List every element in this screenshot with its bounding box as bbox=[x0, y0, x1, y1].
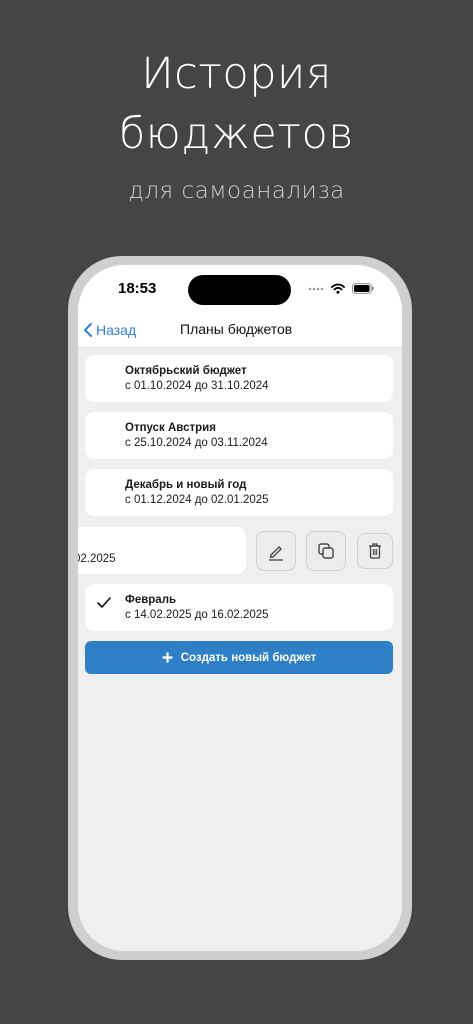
nav-bar: Назад Планы бюджетов bbox=[78, 315, 402, 348]
trash-icon bbox=[369, 543, 381, 559]
copy-budget-button[interactable] bbox=[306, 531, 346, 571]
wifi-icon bbox=[331, 283, 345, 294]
copy-icon bbox=[318, 543, 334, 559]
checkmark-icon bbox=[97, 597, 111, 608]
create-budget-button[interactable]: Создать новый бюджет bbox=[85, 641, 393, 674]
phone-screen: 18:53 Назад Планы бюджетов Октябрьский б… bbox=[78, 265, 402, 951]
promo-title: История бюджетов bbox=[0, 44, 473, 164]
budget-dates: 02.2025 bbox=[78, 553, 116, 565]
budget-name: Октябрьский бюджет bbox=[125, 365, 247, 377]
battery-icon bbox=[352, 283, 374, 294]
budget-card-selected[interactable]: Февраль с 14.02.2025 до 16.02.2025 bbox=[85, 584, 393, 631]
promo-title-line2: бюджетов bbox=[119, 109, 354, 159]
status-time: 18:53 bbox=[118, 280, 157, 297]
budget-card[interactable]: Отпуск Австрия с 25.10.2024 до 03.11.202… bbox=[85, 412, 393, 459]
status-bar: 18:53 bbox=[78, 265, 402, 315]
back-button[interactable]: Назад bbox=[82, 319, 136, 341]
promo-subtitle: для самоанализа bbox=[128, 178, 345, 204]
plus-icon bbox=[162, 652, 173, 663]
budget-dates: с 01.10.2024 до 31.10.2024 bbox=[125, 380, 269, 392]
edit-budget-button[interactable] bbox=[256, 531, 296, 571]
budget-card[interactable]: Декабрь и новый год с 01.12.2024 до 02.0… bbox=[85, 469, 393, 516]
back-button-label: Назад bbox=[96, 322, 137, 338]
budget-name: Отпуск Австрия bbox=[125, 422, 216, 434]
nav-title: Планы бюджетов bbox=[180, 321, 293, 337]
budget-name: Февраль bbox=[125, 594, 177, 606]
create-budget-label: Создать новый бюджет bbox=[180, 651, 317, 664]
budget-card[interactable]: Октябрьский бюджет с 01.10.2024 до 31.10… bbox=[85, 355, 393, 402]
budget-card-swiped[interactable]: 02.2025 bbox=[78, 527, 246, 574]
dynamic-island bbox=[188, 275, 291, 305]
chevron-left-icon bbox=[84, 323, 92, 337]
delete-budget-button[interactable] bbox=[357, 533, 393, 569]
signal-dots-icon bbox=[308, 287, 324, 290]
budget-name: Декабрь и новый год bbox=[125, 479, 247, 491]
status-icons bbox=[308, 283, 374, 294]
budget-dates: с 14.02.2025 до 16.02.2025 bbox=[125, 609, 269, 621]
budget-dates: с 25.10.2024 до 03.11.2024 bbox=[125, 437, 268, 449]
budget-dates: с 01.12.2024 до 02.01.2025 bbox=[125, 494, 269, 506]
promo-title-line1: История bbox=[141, 49, 332, 99]
edit-icon bbox=[269, 546, 283, 561]
